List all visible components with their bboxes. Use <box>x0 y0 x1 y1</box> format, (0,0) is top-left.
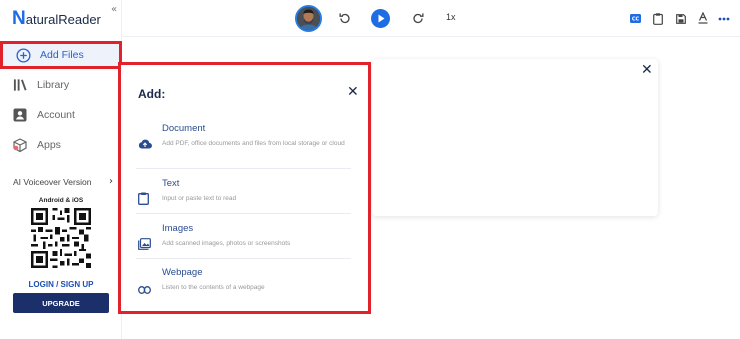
background-panel <box>372 59 658 216</box>
playback-speed[interactable]: 1x <box>446 12 456 22</box>
plus-circle-icon <box>15 47 31 63</box>
sidebar-item-account[interactable]: Account <box>0 100 122 130</box>
sidebar: N aturalReader « Add Files Library Accou… <box>0 0 122 339</box>
sidebar-item-label: Account <box>37 109 75 121</box>
more-icon[interactable] <box>718 16 730 21</box>
option-description: Add PDF, office documents and files from… <box>162 140 345 147</box>
sidebar-item-label: Apps <box>37 139 61 151</box>
voiceover-version-link[interactable]: AI Voiceover Version › <box>13 176 113 187</box>
rewind-icon[interactable] <box>337 11 351 25</box>
voiceover-label: AI Voiceover Version <box>13 176 92 187</box>
sidebar-item-label: Library <box>37 79 70 91</box>
option-description: Add scanned images, photos or screenshot… <box>162 240 291 247</box>
option-title: Webpage <box>162 267 203 278</box>
chevron-right-icon: › <box>109 176 113 187</box>
text-style-icon[interactable] <box>697 12 708 24</box>
logo-text: aturalReader <box>25 11 101 27</box>
app-logo[interactable]: N aturalReader <box>12 8 101 29</box>
sidebar-item-library[interactable]: Library <box>0 70 122 100</box>
option-webpage[interactable]: Webpage Listen to the contents of a webp… <box>136 267 351 303</box>
option-title: Images <box>162 223 194 234</box>
add-dialog: Add: ✕ Document Add PDF, office document… <box>118 62 371 314</box>
apps-icon <box>12 137 28 153</box>
logo-initial: N <box>12 8 26 29</box>
save-icon[interactable] <box>675 13 686 24</box>
voice-avatar[interactable] <box>295 5 322 32</box>
clipboard-icon[interactable] <box>652 12 663 25</box>
sidebar-item-add-files[interactable]: Add Files <box>0 41 122 69</box>
clipboard-icon <box>138 190 152 205</box>
forward-icon[interactable] <box>411 11 425 25</box>
option-description: Listen to the contents of a webpage <box>162 284 265 291</box>
cloud-upload-icon <box>138 135 152 149</box>
sidebar-item-label: Add Files <box>40 49 84 61</box>
play-icon[interactable] <box>371 9 390 28</box>
option-text[interactable]: Text Input or paste text to read <box>136 178 351 214</box>
dialog-title: Add: <box>138 87 166 101</box>
option-document[interactable]: Document Add PDF, office documents and f… <box>136 123 351 169</box>
upgrade-button[interactable]: UPGRADE <box>13 293 109 313</box>
close-icon[interactable]: ✕ <box>641 62 653 78</box>
option-title: Text <box>162 178 180 189</box>
svg-text:CC: CC <box>632 17 640 23</box>
sidebar-item-apps[interactable]: Apps <box>0 130 122 160</box>
cc-icon[interactable]: CC <box>630 14 641 23</box>
collapse-sidebar-icon[interactable]: « <box>111 4 117 15</box>
option-title: Document <box>162 123 206 134</box>
login-signup-link[interactable]: LOGIN / SIGN UP <box>0 280 122 289</box>
option-description: Input or paste text to read <box>162 195 237 202</box>
image-icon <box>138 235 152 250</box>
library-icon <box>12 77 28 93</box>
option-images[interactable]: Images Add scanned images, photos or scr… <box>136 223 351 259</box>
qr-code <box>31 208 91 268</box>
platforms-label: Android & iOS <box>38 197 84 204</box>
close-dialog-icon[interactable]: ✕ <box>347 84 359 100</box>
link-icon <box>138 279 152 294</box>
top-toolbar: 1x CC <box>122 0 740 37</box>
account-icon <box>12 107 28 123</box>
